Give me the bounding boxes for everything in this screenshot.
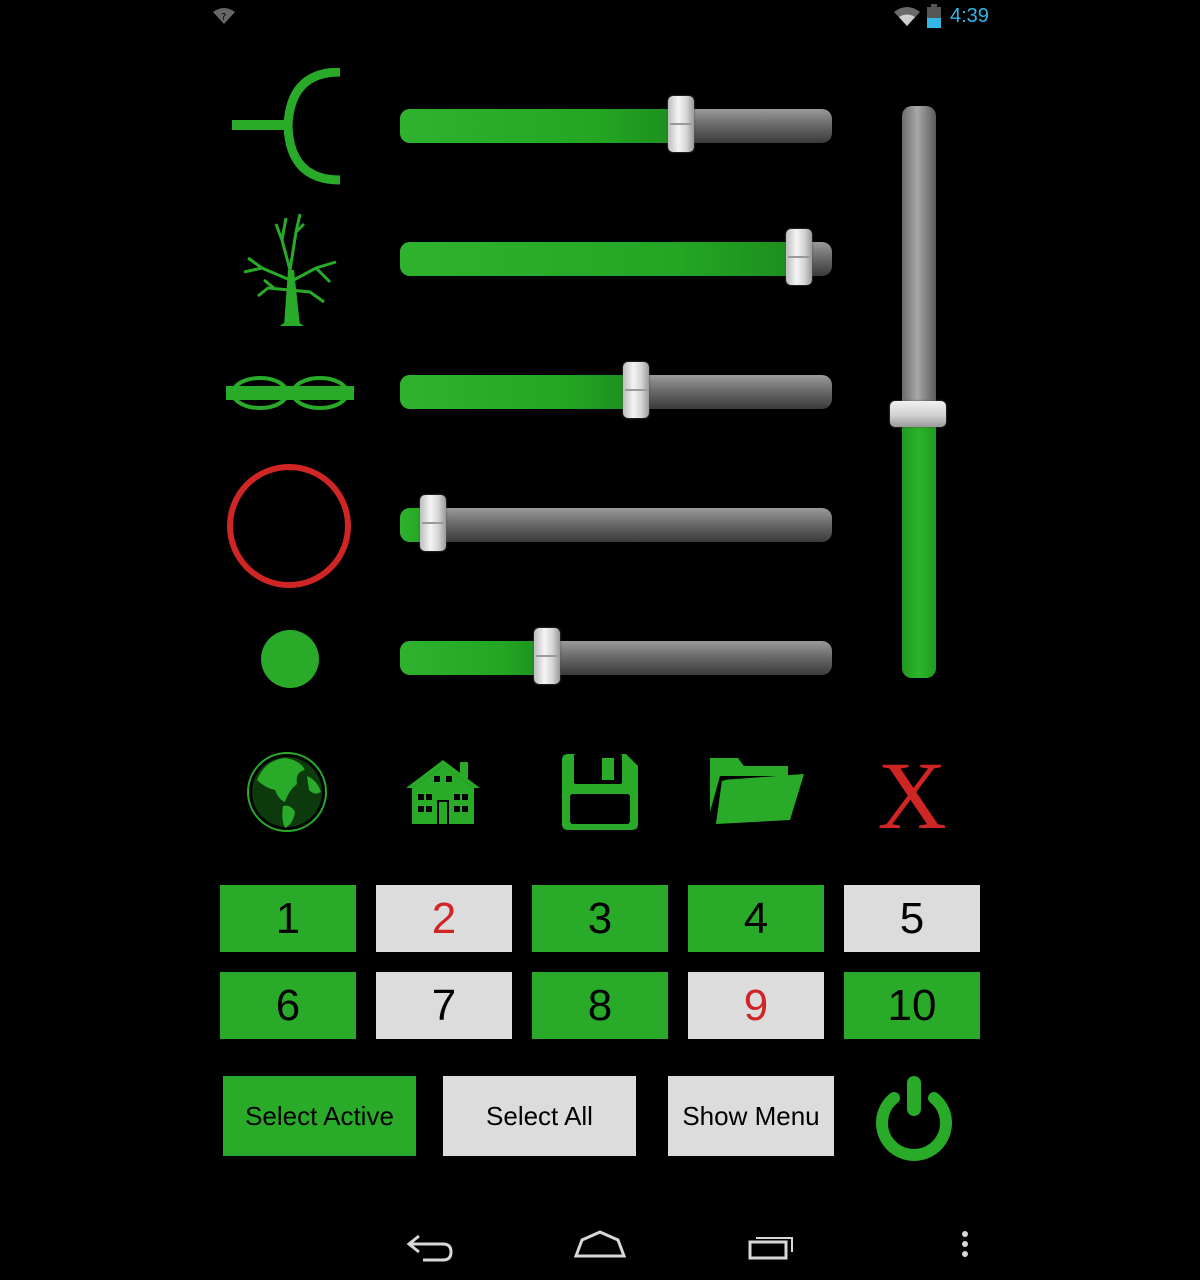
glasses-icon [226, 376, 354, 410]
select-all-button[interactable]: Select All [443, 1076, 636, 1156]
master-vertical-slider[interactable] [890, 106, 946, 678]
power-icon[interactable] [870, 1072, 958, 1164]
status-bar: ? 4:39 [0, 0, 1200, 36]
wifi-icon [894, 7, 920, 26]
house-icon[interactable] [404, 758, 482, 826]
effect-slider-thumb[interactable] [623, 362, 649, 418]
home-icon[interactable] [574, 1230, 626, 1258]
effect-slider-thumb[interactable] [786, 229, 812, 285]
show-menu-button[interactable]: Show Menu [668, 1076, 834, 1156]
effect-slider-fill [400, 242, 799, 276]
effect-slider-1[interactable] [400, 96, 832, 152]
effect-slider-thumb[interactable] [420, 495, 446, 551]
effect-slider-thumb[interactable] [534, 628, 560, 684]
effect-slider-3[interactable] [400, 362, 832, 418]
channel-button-6[interactable]: 6 [220, 972, 356, 1039]
channel-button-8[interactable]: 8 [532, 972, 668, 1039]
channel-button-9[interactable]: 9 [688, 972, 824, 1039]
channel-button-4[interactable]: 4 [688, 885, 824, 952]
channel-button-5[interactable]: 5 [844, 885, 980, 952]
svg-text:X: X [877, 752, 946, 832]
vertical-slider-thumb[interactable] [890, 401, 946, 427]
antenna-arc-icon [232, 68, 341, 185]
status-time: 4:39 [950, 5, 989, 27]
select-active-button[interactable]: Select Active [223, 1076, 416, 1156]
battery-icon [927, 4, 941, 28]
folder-icon[interactable] [708, 754, 806, 826]
overflow-menu-icon[interactable] [960, 1230, 970, 1258]
vertical-slider-fill [902, 414, 936, 678]
close-x-icon[interactable]: X [872, 752, 952, 832]
channel-button-7[interactable]: 7 [376, 972, 512, 1039]
effect-slider-thumb[interactable] [668, 96, 694, 152]
channel-button-2[interactable]: 2 [376, 885, 512, 952]
effect-slider-2[interactable] [400, 229, 832, 285]
effect-slider-fill [400, 109, 681, 143]
back-icon[interactable] [405, 1232, 455, 1262]
channel-button-3[interactable]: 3 [532, 885, 668, 952]
svg-text:?: ? [221, 12, 226, 23]
effect-slider-5[interactable] [400, 628, 832, 684]
channel-button-10[interactable]: 10 [844, 972, 980, 1039]
navigation-bar [0, 1210, 1200, 1280]
effect-slider-fill [400, 375, 636, 409]
effect-slider-4[interactable] [400, 495, 832, 551]
ring-icon [227, 464, 351, 588]
floppy-disk-icon[interactable] [558, 750, 642, 834]
tree-icon [243, 213, 337, 326]
channel-button-1[interactable]: 1 [220, 885, 356, 952]
recent-apps-icon[interactable] [746, 1230, 796, 1260]
effect-slider-fill [400, 641, 547, 675]
wifi-unknown-icon: ? [213, 8, 235, 24]
dot-icon [261, 630, 319, 688]
globe-icon[interactable] [245, 750, 329, 834]
